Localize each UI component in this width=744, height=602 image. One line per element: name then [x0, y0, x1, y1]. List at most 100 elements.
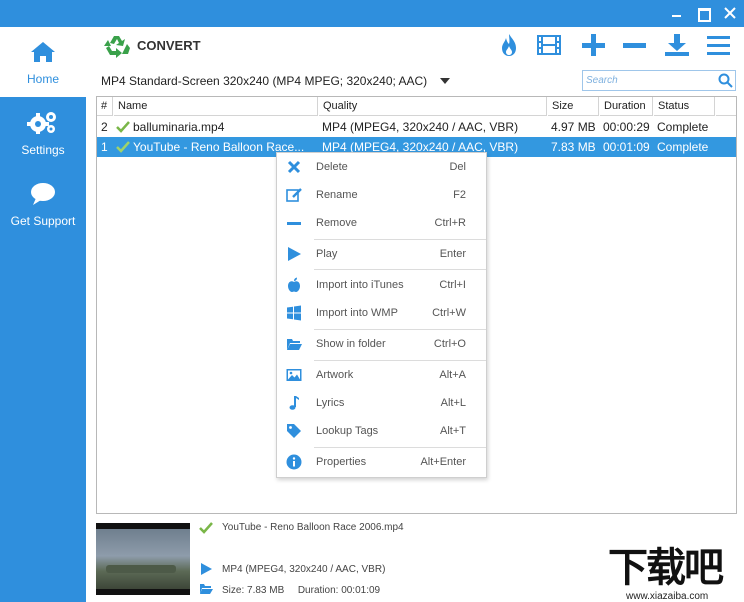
menu-item-label: Play	[316, 248, 338, 260]
watermark-site: www.xiazaiba.com	[626, 591, 709, 602]
menu-item-shortcut: Ctrl+I	[439, 279, 466, 291]
row-duration: 00:00:29	[603, 120, 650, 134]
hamburger-menu-icon[interactable]	[705, 33, 731, 57]
check-icon	[199, 522, 213, 534]
column-header-name[interactable]: Name	[114, 97, 318, 116]
menu-item-shortcut: Del	[449, 161, 466, 173]
menu-separator	[314, 239, 486, 240]
sidebar: Home Settings Get Support	[0, 27, 86, 602]
check-icon	[116, 121, 130, 133]
chevron-down-icon[interactable]	[440, 78, 450, 84]
menu-separator	[314, 360, 486, 361]
row-size: 7.83 MB	[551, 140, 596, 154]
menu-item-import-itunes[interactable]: Import into iTunes Ctrl+I	[277, 272, 486, 298]
detail-format: MP4 (MPEG4, 320x240 / AAC, VBR)	[222, 564, 386, 575]
page-title: CONVERT	[137, 38, 201, 53]
detail-size-label: Size:	[222, 585, 245, 596]
row-size: 4.97 MB	[551, 120, 596, 134]
menu-item-shortcut: Ctrl+R	[434, 217, 466, 229]
menu-item-label: Import into WMP	[316, 307, 398, 319]
column-header-status[interactable]: Status	[654, 97, 715, 116]
detail-size-duration: Size: 7.83 MB Duration: 00:01:09	[222, 585, 380, 596]
row-duration: 00:01:09	[603, 140, 650, 154]
menu-item-label: Remove	[316, 217, 357, 229]
menu-item-label: Lookup Tags	[316, 425, 379, 437]
menu-item-properties[interactable]: Properties Alt+Enter	[277, 449, 486, 475]
menu-item-lookup-tags[interactable]: Lookup Tags Alt+T	[277, 418, 486, 444]
detail-duration-value: 00:01:09	[341, 585, 381, 596]
detail-duration-label: Duration:	[297, 585, 339, 596]
convert-logo-icon	[104, 36, 130, 58]
search-box	[582, 70, 736, 91]
menu-separator	[314, 269, 486, 270]
plus-icon[interactable]	[580, 33, 606, 57]
column-header-size[interactable]: Size	[548, 97, 599, 116]
music-note-icon	[289, 396, 299, 410]
row-number: 1	[101, 140, 108, 154]
menu-item-delete[interactable]: Delete Del	[277, 154, 486, 180]
menu-separator	[314, 329, 486, 330]
menu-item-label: Delete	[316, 161, 348, 173]
image-icon	[286, 369, 302, 381]
check-icon	[116, 141, 130, 153]
menu-item-shortcut: Alt+A	[439, 369, 466, 381]
edit-icon	[286, 188, 302, 202]
row-status: Complete	[657, 140, 709, 154]
apple-icon	[288, 277, 300, 292]
search-icon[interactable]	[718, 73, 733, 88]
sidebar-item-home[interactable]: Home	[0, 27, 86, 97]
row-status: Complete	[657, 120, 709, 134]
menu-item-label: Import into iTunes	[316, 279, 404, 291]
watermark-logo: 下载吧	[608, 545, 724, 591]
minimize-button[interactable]	[666, 4, 688, 22]
play-icon	[288, 247, 301, 261]
menu-item-label: Artwork	[316, 369, 354, 381]
watermark: 下载吧 www.xiazaiba.com	[608, 545, 742, 602]
minus-icon	[287, 222, 301, 225]
preset-select[interactable]: MP4 Standard-Screen 320x240 (MP4 MPEG; 3…	[101, 74, 427, 88]
search-input[interactable]	[586, 73, 714, 88]
menu-item-play[interactable]: Play Enter	[277, 241, 486, 267]
menu-item-label: Show in folder	[316, 338, 386, 350]
menu-separator	[314, 447, 486, 448]
menu-item-shortcut: Enter	[439, 248, 466, 260]
column-header-quality[interactable]: Quality	[319, 97, 547, 116]
sidebar-item-settings[interactable]: Settings	[0, 98, 86, 168]
row-name: balluminaria.mp4	[133, 120, 225, 134]
maximize-button[interactable]	[692, 4, 714, 22]
column-header-duration[interactable]: Duration	[600, 97, 653, 116]
menu-item-shortcut: Ctrl+W	[432, 307, 466, 319]
menu-item-label: Rename	[316, 189, 358, 201]
menu-item-shortcut: Ctrl+O	[433, 338, 466, 350]
home-icon	[31, 42, 55, 62]
minus-icon[interactable]	[621, 33, 647, 57]
chat-bubble-icon	[31, 183, 55, 205]
column-header-filler	[716, 97, 736, 116]
table-row[interactable]: 2 balluminaria.mp4 MP4 (MPEG4, 320x240 /…	[97, 117, 736, 137]
menu-item-remove[interactable]: Remove Ctrl+R	[277, 210, 486, 236]
menu-item-shortcut: Alt+L	[440, 397, 466, 409]
gears-icon	[27, 112, 56, 134]
close-icon	[724, 7, 736, 19]
flame-icon[interactable]	[498, 33, 524, 57]
sidebar-item-label: Get Support	[10, 214, 76, 228]
menu-item-label: Lyrics	[316, 397, 345, 409]
menu-item-import-wmp[interactable]: Import into WMP Ctrl+W	[277, 300, 486, 326]
close-button[interactable]	[719, 4, 741, 22]
film-strip-icon[interactable]	[536, 33, 562, 57]
sidebar-item-label: Home	[26, 72, 59, 86]
column-header-number[interactable]: #	[97, 97, 113, 116]
context-menu: Delete Del Rename F2 Remove Ctrl+R Play …	[276, 152, 487, 478]
menu-item-rename[interactable]: Rename F2	[277, 182, 486, 208]
sidebar-item-label: Settings	[21, 143, 65, 157]
x-icon	[287, 160, 301, 174]
detail-size-value: 7.83 MB	[247, 585, 285, 596]
menu-item-lyrics[interactable]: Lyrics Alt+L	[277, 390, 486, 416]
menu-item-label: Properties	[316, 456, 367, 468]
menu-item-shortcut: Alt+T	[440, 425, 466, 437]
menu-item-show-in-folder[interactable]: Show in folder Ctrl+O	[277, 331, 486, 357]
download-icon[interactable]	[664, 33, 690, 57]
windows-icon	[287, 305, 301, 321]
sidebar-item-get-support[interactable]: Get Support	[0, 169, 86, 239]
menu-item-artwork[interactable]: Artwork Alt+A	[277, 362, 486, 388]
